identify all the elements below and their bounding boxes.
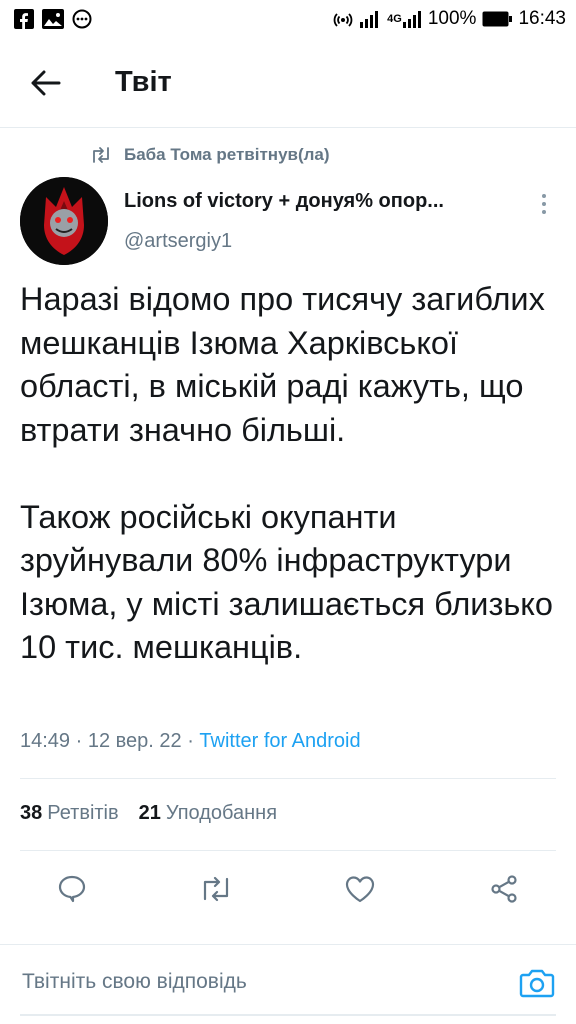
more-options-button[interactable]: [528, 186, 560, 222]
more-dot-icon: [542, 194, 546, 198]
reply-bar: [0, 946, 576, 1024]
status-bar: 4G 100% 16:43: [0, 0, 576, 38]
retweeted-by[interactable]: Баба Тома ретвітнув(ла): [90, 145, 330, 165]
tweet-paragraph: Також російські окупанти зруйнували 80% …: [20, 498, 553, 666]
divider: [0, 944, 576, 945]
retweet-icon: [203, 876, 229, 902]
retweet-small-icon: [93, 147, 109, 163]
tweet-actions: [0, 862, 576, 916]
tweet-source-link[interactable]: Twitter for Android: [199, 730, 360, 752]
reply-underline: [20, 1014, 556, 1016]
tweet-text: Наразі відомо про тисячу загиблих мешкан…: [20, 278, 560, 670]
retweeted-by-label: Баба Тома ретвітнув(ла): [124, 145, 330, 164]
battery-icon: [482, 11, 513, 27]
retweets-count: 38: [20, 802, 43, 824]
avatar[interactable]: [20, 177, 108, 265]
share-icon: [491, 875, 517, 903]
retweet-button[interactable]: [189, 862, 243, 916]
clock: 16:43: [518, 8, 566, 29]
share-button[interactable]: [477, 862, 531, 916]
heart-icon: [345, 876, 375, 903]
image-icon: [42, 9, 64, 29]
reply-icon: [58, 875, 86, 903]
reply-button[interactable]: [45, 862, 99, 916]
reply-input[interactable]: [22, 960, 492, 1004]
retweets-label: Ретвітів: [47, 802, 119, 824]
page-title: Твіт: [115, 66, 172, 98]
more-dot-icon: [542, 210, 546, 214]
camera-button[interactable]: [516, 964, 558, 1002]
back-button[interactable]: [21, 58, 71, 108]
tweet-paragraph: Наразі відомо про тисячу загиблих мешкан…: [20, 281, 545, 448]
camera-icon: [519, 969, 555, 998]
signal-4g-icon: 4G: [387, 10, 422, 28]
author-handle[interactable]: @artsergiy1: [124, 230, 232, 253]
top-app-bar: Твіт: [0, 38, 576, 128]
likes-label: Уподобання: [165, 802, 278, 824]
likes-stat[interactable]: 21 Уподобання: [139, 802, 277, 825]
tweet-meta: 14:49 · 12 вер. 22 · Twitter for Android: [20, 730, 361, 753]
hotspot-icon: [333, 9, 353, 29]
like-button[interactable]: [333, 862, 387, 916]
divider: [20, 850, 556, 851]
battery-percent: 100%: [427, 8, 477, 29]
author-name[interactable]: Lions of victory + дoнуя% опор...: [124, 190, 484, 213]
divider: [20, 778, 556, 779]
signal-icon: [359, 10, 381, 28]
retweets-stat[interactable]: 38 Ретвітів: [20, 802, 119, 825]
back-arrow-icon: [31, 70, 61, 95]
tweet-timestamp: 14:49 · 12 вер. 22 ·: [20, 730, 200, 752]
more-circle-icon: [72, 9, 92, 29]
more-dot-icon: [542, 202, 546, 206]
avatar-emblem-icon: [20, 177, 108, 265]
facebook-icon: [14, 9, 34, 29]
likes-count: 21: [138, 802, 161, 824]
tweet-stats: 38 Ретвітів 21 Уподобання: [20, 802, 277, 825]
